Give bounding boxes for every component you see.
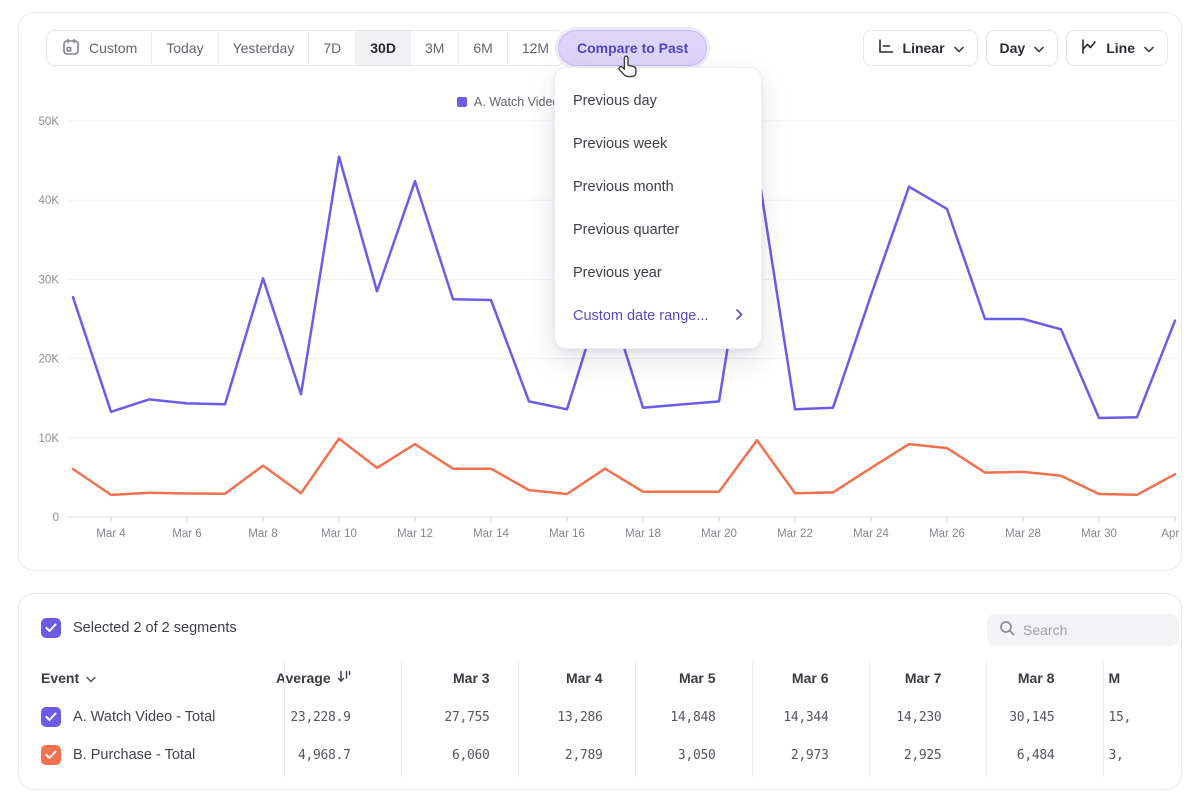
average-value: 23,228.9 — [275, 710, 389, 725]
average-column-header[interactable]: Average — [276, 670, 351, 686]
series-line[interactable] — [73, 439, 1175, 495]
cell-value: 6,060 — [389, 748, 502, 763]
date-column-header[interactable]: Mar 6 — [728, 670, 841, 686]
cell-value: 14,848 — [615, 710, 728, 725]
clipped-cell-value: 15, — [1066, 710, 1181, 725]
menu-item-previous-month[interactable]: Previous month — [555, 165, 761, 208]
menu-item-previous-day[interactable]: Previous day — [555, 79, 761, 122]
cell-value: 30,145 — [953, 710, 1066, 725]
y-axis-label: 50K — [39, 116, 60, 128]
event-column-header[interactable]: Event — [41, 670, 96, 686]
date-column-header[interactable]: Mar 7 — [841, 670, 954, 686]
date-column-header[interactable]: Mar 3 — [389, 670, 502, 686]
y-axis-label: 0 — [53, 512, 59, 524]
cell-value: 6,484 — [953, 748, 1066, 763]
clipped-cell-value: 3, — [1066, 748, 1181, 763]
row-checkbox[interactable] — [41, 745, 61, 765]
y-axis-label: 20K — [39, 354, 60, 366]
segments-table-card: Selected 2 of 2 segments Event Average Mar… — [18, 593, 1182, 790]
selected-summary-label: Selected 2 of 2 segments — [73, 620, 237, 636]
menu-item-previous-year[interactable]: Previous year — [555, 251, 761, 294]
select-all-checkbox[interactable] — [41, 618, 61, 638]
custom-date-range-label: Custom date range... — [573, 308, 708, 324]
y-axis-label: 40K — [39, 195, 60, 207]
x-axis-label: Mar 8 — [248, 528, 277, 540]
y-axis-label: 10K — [39, 433, 60, 445]
cell-value: 2,973 — [728, 748, 841, 763]
column-separator — [869, 661, 870, 777]
sort-descending-icon — [337, 670, 351, 686]
segments-table: EventAverageMar 3Mar 4Mar 5Mar 6Mar 7Mar… — [19, 658, 1181, 774]
x-axis-label: Apr 1 — [1161, 528, 1183, 540]
column-separator — [986, 661, 987, 777]
x-axis-label: Mar 28 — [1005, 528, 1041, 540]
cell-value: 3,050 — [615, 748, 728, 763]
x-axis-label: Mar 24 — [853, 528, 889, 540]
column-separator — [752, 661, 753, 777]
event-label: B. Purchase - Total — [73, 747, 195, 763]
x-axis-label: Mar 20 — [701, 528, 737, 540]
column-separator — [401, 661, 402, 777]
x-axis-label: Mar 22 — [777, 528, 813, 540]
search-icon — [999, 620, 1015, 641]
x-axis-label: Mar 4 — [96, 528, 126, 540]
row-checkbox[interactable] — [41, 707, 61, 727]
chevron-right-icon — [736, 308, 743, 324]
cell-value: 27,755 — [389, 710, 502, 725]
cell-value: 14,344 — [728, 710, 841, 725]
x-axis-label: Mar 18 — [625, 528, 661, 540]
x-axis-label: Mar 16 — [549, 528, 585, 540]
date-column-header[interactable]: Mar 8 — [953, 670, 1066, 686]
average-value: 4,968.7 — [275, 748, 389, 763]
date-column-header[interactable]: Mar 5 — [615, 670, 728, 686]
clipped-column-header: M — [1066, 670, 1181, 686]
table-row: B. Purchase - Total4,968.76,0602,7893,05… — [19, 736, 1181, 774]
chart-card: CustomTodayYesterday7D30D3M6M12M Compare… — [18, 12, 1182, 571]
cell-value: 2,925 — [841, 748, 954, 763]
search-input[interactable] — [1023, 622, 1153, 638]
x-axis-label: Mar 12 — [397, 528, 433, 540]
x-axis-label: Mar 14 — [473, 528, 509, 540]
column-separator — [284, 661, 285, 777]
x-axis-label: Mar 6 — [172, 528, 201, 540]
column-separator — [1103, 661, 1104, 777]
y-axis-label: 30K — [39, 274, 60, 286]
menu-item-previous-quarter[interactable]: Previous quarter — [555, 208, 761, 251]
table-header-row: EventAverageMar 3Mar 4Mar 5Mar 6Mar 7Mar… — [19, 658, 1181, 698]
legend-swatch — [457, 97, 467, 107]
menu-item-previous-week[interactable]: Previous week — [555, 122, 761, 165]
column-separator — [518, 661, 519, 777]
cell-value: 14,230 — [841, 710, 954, 725]
table-row: A. Watch Video - Total23,228.927,75513,2… — [19, 698, 1181, 736]
compare-to-past-menu: Previous dayPrevious weekPrevious monthP… — [554, 67, 762, 349]
search-box[interactable] — [987, 614, 1179, 646]
column-separator — [635, 661, 636, 777]
menu-item-custom-date-range[interactable]: Custom date range... — [555, 294, 761, 337]
x-axis-label: Mar 30 — [1081, 528, 1117, 540]
event-label: A. Watch Video - Total — [73, 709, 215, 725]
x-axis-label: Mar 10 — [321, 528, 357, 540]
x-axis-label: Mar 26 — [929, 528, 965, 540]
chevron-down-icon — [86, 670, 96, 686]
